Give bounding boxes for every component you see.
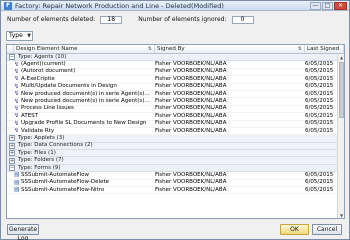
deleted-count-label: Number of elements deleted: bbox=[7, 16, 96, 23]
element-name-cell: ↯ New produced document(s) in serie Agent… bbox=[14, 98, 155, 105]
close-button[interactable]: ✕ bbox=[334, 2, 347, 10]
signed-by-cell: Fisher VOORBOEK/NL/ABA bbox=[155, 179, 227, 186]
scroll-thumb[interactable] bbox=[339, 62, 344, 118]
sort-icon: ⇅ bbox=[147, 46, 152, 52]
agent-icon: ↯ bbox=[14, 68, 20, 75]
ignored-count-label: Number of elements ignored: bbox=[138, 16, 227, 23]
dialog-window: F Factory: Repair Network Production and… bbox=[0, 0, 350, 240]
group-row[interactable]: + Type: Data Connections (2) bbox=[7, 142, 344, 151]
group-label: Type: Files (1) bbox=[18, 149, 56, 156]
column-header-select[interactable] bbox=[7, 45, 14, 53]
agent-icon: ↯ bbox=[14, 105, 20, 112]
agent-icon: ↯ bbox=[14, 61, 20, 68]
window-title: Factory: Repair Network Production and L… bbox=[15, 2, 224, 10]
group-label: Type: Applets (3) bbox=[18, 135, 65, 141]
element-name-cell: ↯ Multi/Update Documents in Design bbox=[14, 83, 155, 90]
maximize-button[interactable]: □ bbox=[322, 2, 333, 10]
minimize-button[interactable]: — bbox=[310, 2, 321, 10]
element-name-cell: ↯ New produced document(s) in serie Agent… bbox=[14, 91, 155, 98]
element-name: A-ExeCriptie bbox=[21, 75, 55, 82]
ok-button[interactable]: OK bbox=[280, 224, 309, 235]
element-name-cell: ↯ A-ExeCriptie bbox=[14, 76, 155, 83]
element-name: SSSubmit-AutomateFlow-Nitro bbox=[21, 186, 105, 193]
element-name: SSSubmit-AutomateFlow bbox=[21, 171, 89, 178]
signed-by-cell: Fisher VOORBOEK/NL/ABA bbox=[155, 127, 227, 134]
form-icon: ▤ bbox=[14, 186, 20, 194]
summary-stats: Number of elements deleted: 18 Number of… bbox=[7, 15, 270, 24]
group-label: Type: Folders (7) bbox=[18, 157, 64, 164]
signed-by-cell: Fisher VOORBOEK/NL/ABA bbox=[155, 83, 227, 90]
element-name-cell: ↯ (Autorot document) bbox=[14, 68, 155, 75]
agent-icon: ↯ bbox=[14, 98, 20, 105]
agent-icon: ↯ bbox=[14, 112, 20, 120]
agent-icon: ↯ bbox=[14, 75, 20, 83]
column-header-name[interactable]: Design Element Name ⇅ bbox=[14, 45, 155, 53]
agent-icon: ↯ bbox=[14, 120, 20, 127]
signed-by-cell: Fisher VOORBOEK/NL/ABA bbox=[155, 61, 227, 68]
element-name: New produced document(s) in serie Agent(… bbox=[21, 98, 150, 105]
cancel-button[interactable]: Cancel bbox=[312, 224, 342, 235]
signed-by-cell: Fisher VOORBOEK/NL/ABA bbox=[155, 75, 227, 82]
agent-icon: ↯ bbox=[14, 127, 20, 135]
signed-by-cell: Fisher VOORBOEK/NL/ABA bbox=[155, 98, 227, 105]
element-name: (Autorot document) bbox=[21, 68, 76, 75]
form-icon: ▤ bbox=[14, 171, 20, 179]
group-label: Type: Agents (10) bbox=[18, 53, 67, 60]
group-label: Type: Forms (9) bbox=[18, 164, 61, 171]
grid-header: Design Element Name ⇅ Signed By ⇅ Last Sig… bbox=[7, 45, 344, 54]
element-name: Upgrade Profile SL Documents to New Desi… bbox=[21, 120, 147, 127]
element-name-cell: ↯ Upgrade Profile SL Documents to New Des… bbox=[14, 120, 155, 127]
element-name: ATEST bbox=[21, 112, 39, 119]
signed-by-cell: Fisher VOORBOEK/NL/ABA bbox=[155, 90, 227, 97]
vertical-scrollbar[interactable]: ▲ ▼ bbox=[337, 54, 344, 218]
title-bar[interactable]: F Factory: Repair Network Production and… bbox=[1, 1, 349, 11]
signed-by-cell: Fisher VOORBOEK/NL/ABA bbox=[155, 171, 227, 178]
element-name-cell: ↯ ATEST bbox=[14, 113, 155, 120]
column-header-signed-by[interactable]: Signed By ⇅ bbox=[155, 45, 305, 53]
signed-by-cell: Fisher VOORBOEK/NL/ABA bbox=[155, 120, 227, 127]
ignored-count-value: 0 bbox=[231, 15, 254, 24]
element-name-cell: ↯ (Agent)(current) bbox=[14, 61, 155, 68]
agent-icon: ↯ bbox=[14, 90, 20, 98]
sort-icon: ⇅ bbox=[297, 46, 302, 52]
collapse-icon[interactable]: − bbox=[9, 165, 15, 172]
scroll-up-icon[interactable]: ▲ bbox=[338, 54, 344, 61]
element-name: New produced document(s) in serie Agent(… bbox=[21, 90, 150, 97]
signed-by-cell: Fisher VOORBOEK/NL/ABA bbox=[155, 112, 227, 119]
element-name-cell: ▤ SSSubmit-AutomateFlow bbox=[14, 172, 155, 179]
element-name-cell: ↯ Process Line Issues bbox=[14, 105, 155, 112]
signed-by-cell: Fisher VOORBOEK/NL/ABA bbox=[155, 68, 227, 75]
app-icon: F bbox=[4, 2, 12, 10]
element-name: SSSubmit-AutomateFlow-Delete bbox=[21, 179, 110, 186]
generate-log-button[interactable]: Generate Log bbox=[7, 224, 39, 240]
element-name: Multi/Update Documents in Design bbox=[21, 83, 117, 90]
expand-icon[interactable]: + bbox=[9, 142, 15, 149]
element-name: (Agent)(current) bbox=[21, 61, 66, 68]
element-name-cell: ▤ SSSubmit-AutomateFlow-Delete bbox=[14, 179, 155, 186]
table-row[interactable]: ▤ SSSubmit-AutomateFlow-Nitro Fisher VOORB… bbox=[7, 186, 344, 195]
scroll-down-icon[interactable]: ▼ bbox=[338, 212, 344, 218]
form-icon: ▤ bbox=[14, 179, 20, 186]
group-by-select[interactable]: Type ▼ bbox=[6, 31, 33, 41]
column-header-last-signed[interactable]: Last Signed bbox=[305, 45, 344, 53]
expand-icon[interactable]: + bbox=[9, 150, 15, 157]
element-name: Validate Rty bbox=[21, 127, 55, 134]
element-name-cell: ↯ Validate Rty bbox=[14, 128, 155, 135]
elements-grid: Design Element Name ⇅ Signed By ⇅ Last Sig… bbox=[6, 44, 345, 219]
group-by-value: Type bbox=[9, 32, 23, 39]
expand-icon[interactable]: + bbox=[9, 157, 15, 164]
element-name: Process Line Issues bbox=[21, 105, 74, 112]
signed-by-cell: Fisher VOORBOEK/NL/ABA bbox=[155, 186, 227, 193]
expand-icon[interactable]: + bbox=[9, 135, 15, 142]
agent-icon: ↯ bbox=[14, 83, 20, 90]
grid-body: − Type: Agents (10) ↯ (Agent)(current) Fishe… bbox=[7, 53, 344, 195]
chevron-down-icon: ▼ bbox=[27, 33, 31, 39]
signed-by-cell: Fisher VOORBOEK/NL/ABA bbox=[155, 105, 227, 112]
collapse-icon[interactable]: − bbox=[9, 54, 15, 61]
deleted-count-value: 18 bbox=[100, 15, 123, 24]
element-name-cell: ▤ SSSubmit-AutomateFlow-Nitro bbox=[14, 187, 155, 194]
group-label: Type: Data Connections (2) bbox=[18, 142, 93, 149]
